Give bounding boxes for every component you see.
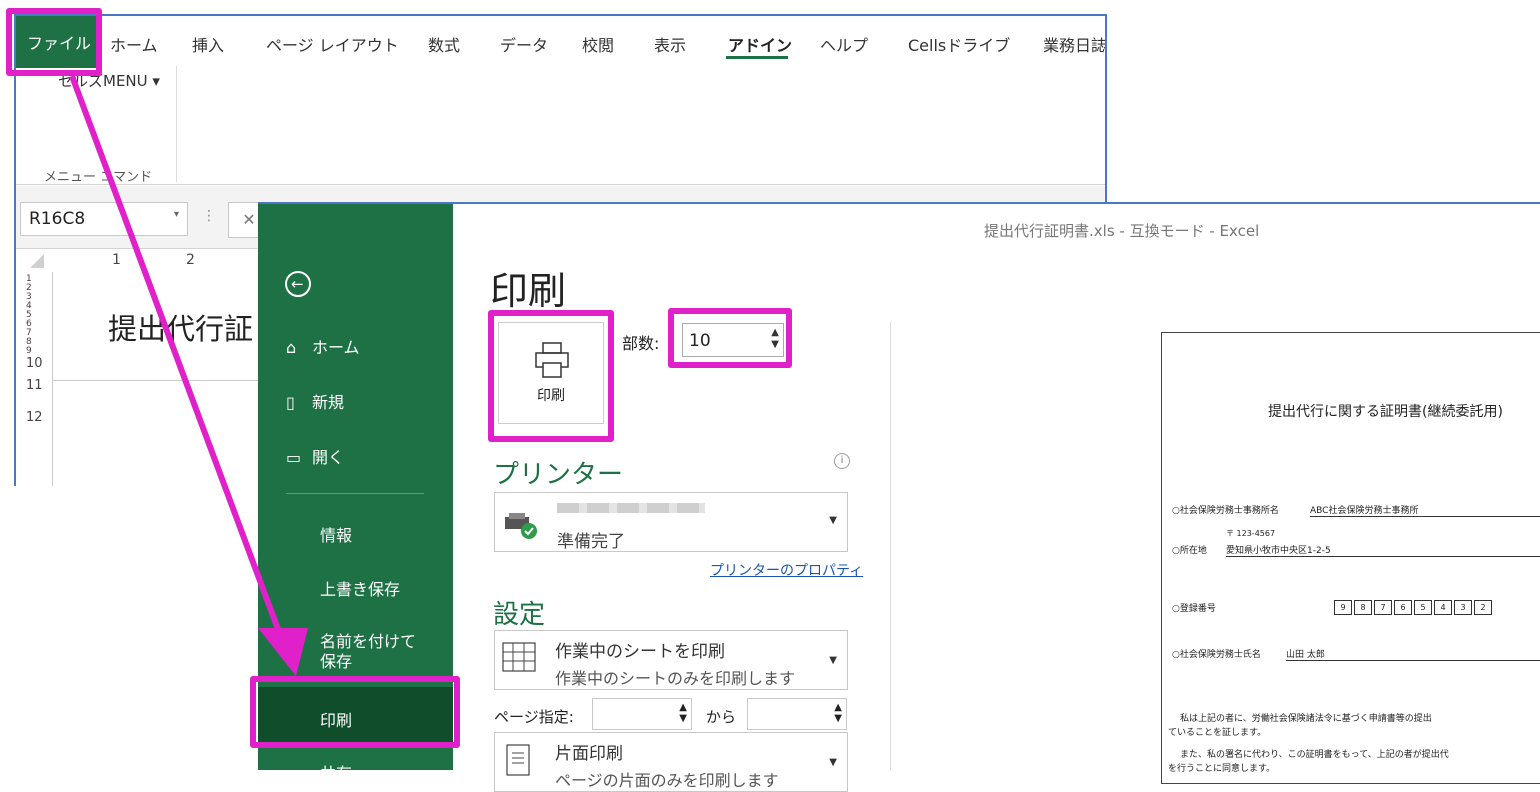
annotation-arrow (69, 74, 308, 676)
sides-description: ページの片面のみを印刷します (555, 771, 779, 790)
